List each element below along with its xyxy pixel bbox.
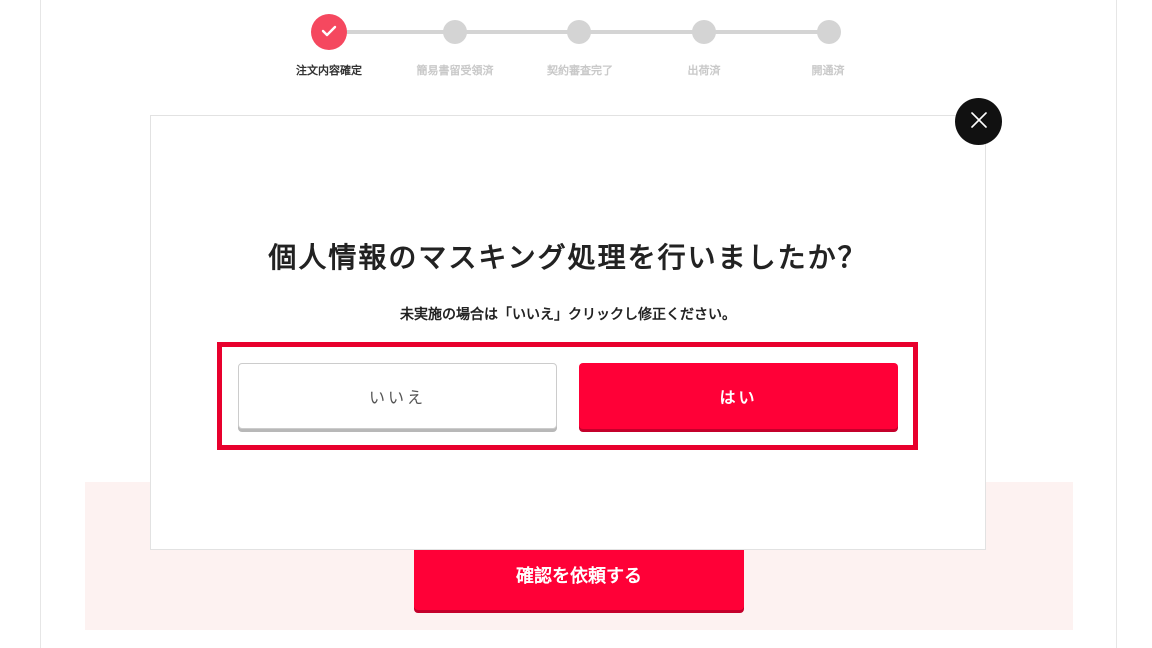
close-icon [970, 111, 988, 133]
yes-button[interactable]: はい [579, 363, 898, 429]
check-icon [321, 23, 337, 42]
no-button[interactable]: いいえ [238, 363, 557, 429]
masking-confirm-dialog: 個人情報のマスキング処理を行いましたか？ 未実施の場合は「いいえ」クリックし修正… [150, 115, 986, 550]
dialog-title: 個人情報のマスキング処理を行いましたか？ [268, 241, 868, 274]
yes-button-label: はい [719, 388, 758, 407]
step-dot-5 [817, 20, 841, 44]
step-label-1: 注文内容確定 [296, 64, 362, 77]
request-confirmation-label: 確認を依頼する [516, 566, 642, 587]
dialog-close-button[interactable] [955, 98, 1002, 145]
step-label-2: 簡易書留受領済 [416, 64, 494, 77]
step-label-5: 開通済 [811, 64, 845, 77]
step-label-3: 契約審査完了 [547, 64, 613, 77]
request-confirmation-button[interactable]: 確認を依頼する [414, 540, 744, 610]
no-button-label: いいえ [368, 388, 426, 407]
dialog-subtitle: 未実施の場合は「いいえ」クリックし修正ください。 [400, 307, 736, 323]
step-label-4: 出荷済 [687, 64, 721, 77]
step-dot-3 [567, 20, 591, 44]
step-dot-1 [311, 14, 347, 50]
step-dot-2 [443, 20, 467, 44]
step-dot-4 [692, 20, 716, 44]
